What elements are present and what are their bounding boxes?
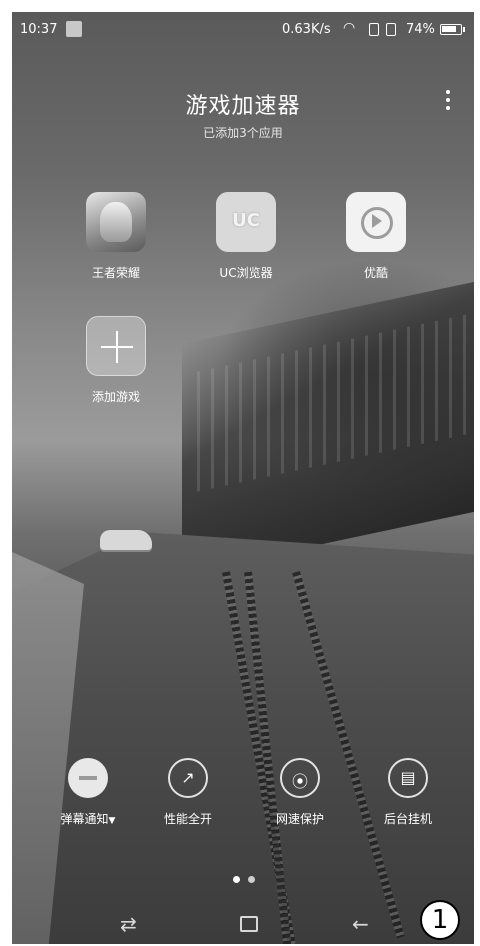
page-indicator (233, 868, 263, 887)
app-youku[interactable]: 优酷 (326, 192, 426, 281)
uc-browser-icon (216, 192, 276, 252)
signal-icon: ⦿ (280, 758, 320, 798)
minus-icon (68, 758, 108, 798)
page-dot-active (233, 876, 240, 883)
toggle-network-protect[interactable]: ⦿ 网速保护 (252, 758, 348, 827)
app-honor-of-kings[interactable]: 王者荣耀 (66, 192, 166, 281)
tool-label: 性能全开 (163, 812, 212, 826)
tool-label: 网速保护 (275, 812, 324, 826)
status-bar: 10:37 0.63K/s ◠ 74% (12, 12, 474, 48)
app-label: 王者荣耀 (91, 266, 140, 280)
screen: 10:37 0.63K/s ◠ 74% 游戏加速器 已添加3个应用 王者荣耀 U… (12, 12, 474, 944)
youku-icon (346, 192, 406, 252)
tool-label: 后台挂机 (383, 812, 432, 826)
page-dot (248, 876, 255, 883)
battery-percent: 74% (406, 22, 435, 37)
status-time: 10:37 (20, 22, 58, 37)
home-button[interactable] (240, 916, 258, 932)
toggle-performance[interactable]: ↗ 性能全开 (140, 758, 236, 827)
sim1-icon (369, 23, 379, 36)
rocket-icon: ↗ (168, 758, 208, 798)
page-title: 游戏加速器 (185, 94, 301, 119)
app-uc-browser[interactable]: UC浏览器 (196, 192, 296, 281)
battery-tip (463, 27, 465, 32)
more-menu-icon[interactable] (438, 86, 458, 116)
add-game-label: 添加游戏 (91, 390, 140, 404)
sim2-icon (386, 23, 396, 36)
toggle-danmaku-notify[interactable]: 弹幕通知▼ (40, 758, 136, 827)
page-subtitle: 已添加3个应用 (203, 126, 283, 140)
add-game-button[interactable]: 添加游戏 (66, 316, 166, 405)
app-label: UC浏览器 (219, 266, 273, 280)
switch-apps-icon[interactable]: ⇄ (120, 912, 137, 936)
tool-label: 弹幕通知 (60, 812, 109, 826)
figure-number-badge: 1 (420, 900, 460, 940)
toggle-background-run[interactable]: ▤ 后台挂机 (360, 758, 456, 827)
back-arrow-icon[interactable]: ← (352, 912, 369, 936)
battery-icon (440, 24, 462, 35)
notification-icon (66, 21, 82, 37)
dropdown-caret-icon: ▼ (108, 816, 116, 826)
network-speed: 0.63K/s (282, 22, 331, 37)
race-car (100, 530, 152, 550)
honor-of-kings-icon (86, 192, 146, 252)
wifi-icon: ◠ (343, 20, 356, 36)
box-icon: ▤ (388, 758, 428, 798)
app-label: 优酷 (363, 266, 388, 280)
plus-icon (86, 316, 146, 376)
